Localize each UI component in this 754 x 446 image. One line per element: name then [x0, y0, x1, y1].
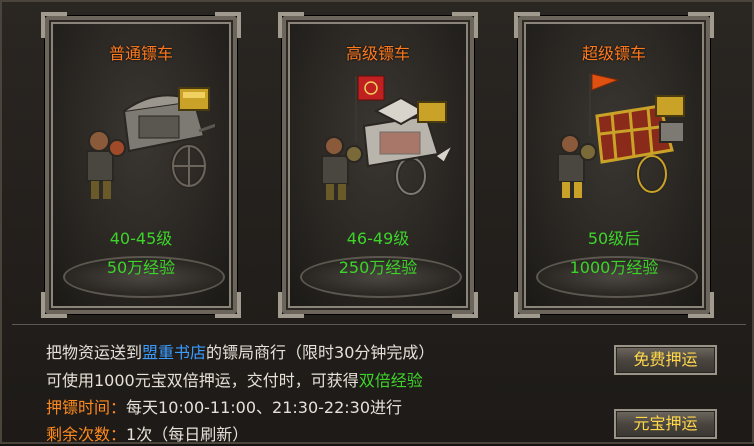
cart-title: 普通镖车 [108, 44, 173, 63]
frame-corner [215, 12, 241, 38]
yuanbao-escort-button[interactable]: 元宝押运 [614, 409, 717, 439]
time-label: 押镖时间： [46, 398, 127, 417]
frame-corner [688, 12, 714, 38]
escort-panel: 普通镖车 40-45级 50万经验 高级镖车 46-49级 250万经验 超级镖… [0, 0, 754, 444]
cart-card-normal[interactable]: 普通镖车 40-45级 50万经验 [41, 12, 241, 318]
advanced-cart-image [321, 75, 452, 200]
destination-link[interactable]: 盟重书店 [142, 343, 206, 362]
cart-level: 46-49级 [346, 229, 410, 248]
free-escort-button[interactable]: 免费押运 [614, 345, 717, 375]
normal-cart-image [86, 87, 215, 199]
info-line-double: 可使用1000元宝双倍押运，交付时，可获得双倍经验 [46, 367, 423, 391]
info-text: 的镖局商行（限时30分钟完成） [206, 343, 435, 362]
escort-info: 把物资运送到盟重书店的镖局商行（限时30分钟完成） 可使用1000元宝双倍押运，… [12, 324, 746, 446]
frame-corner [452, 12, 478, 38]
cart-exp: 250万经验 [338, 258, 418, 277]
super-cart-image [557, 73, 685, 198]
frame-corner [514, 292, 540, 318]
double-exp-text: 双倍经验 [358, 371, 423, 390]
info-line-destination: 把物资运送到盟重书店的镖局商行（限时30分钟完成） [46, 339, 434, 363]
info-text: 把物资运送到 [46, 343, 143, 362]
cart-title: 超级镖车 [581, 44, 646, 63]
time-value: 每天10:00-11:00、21:30-22:30进行 [126, 398, 403, 417]
info-text: 可使用1000元宝双倍押运，交付时，可获得 [46, 371, 359, 390]
cart-exp: 1000万经验 [569, 258, 659, 277]
cart-exp: 50万经验 [106, 258, 176, 277]
cart-card-super[interactable]: 超级镖车 50级后 1000万经验 [514, 12, 714, 318]
cart-level: 50级后 [587, 229, 641, 248]
cart-card-advanced[interactable]: 高级镖车 46-49级 250万经验 [278, 12, 478, 318]
count-label: 剩余次数： [46, 425, 127, 444]
count-value: 1次（每日刷新） [126, 425, 249, 444]
cart-level: 40-45级 [109, 229, 173, 248]
cart-title: 高级镖车 [345, 44, 410, 63]
info-line-count: 剩余次数：1次（每日刷新） [46, 421, 248, 445]
frame-corner [41, 292, 67, 318]
frame-corner [278, 292, 304, 318]
info-line-time: 押镖时间：每天10:00-11:00、21:30-22:30进行 [46, 394, 402, 418]
